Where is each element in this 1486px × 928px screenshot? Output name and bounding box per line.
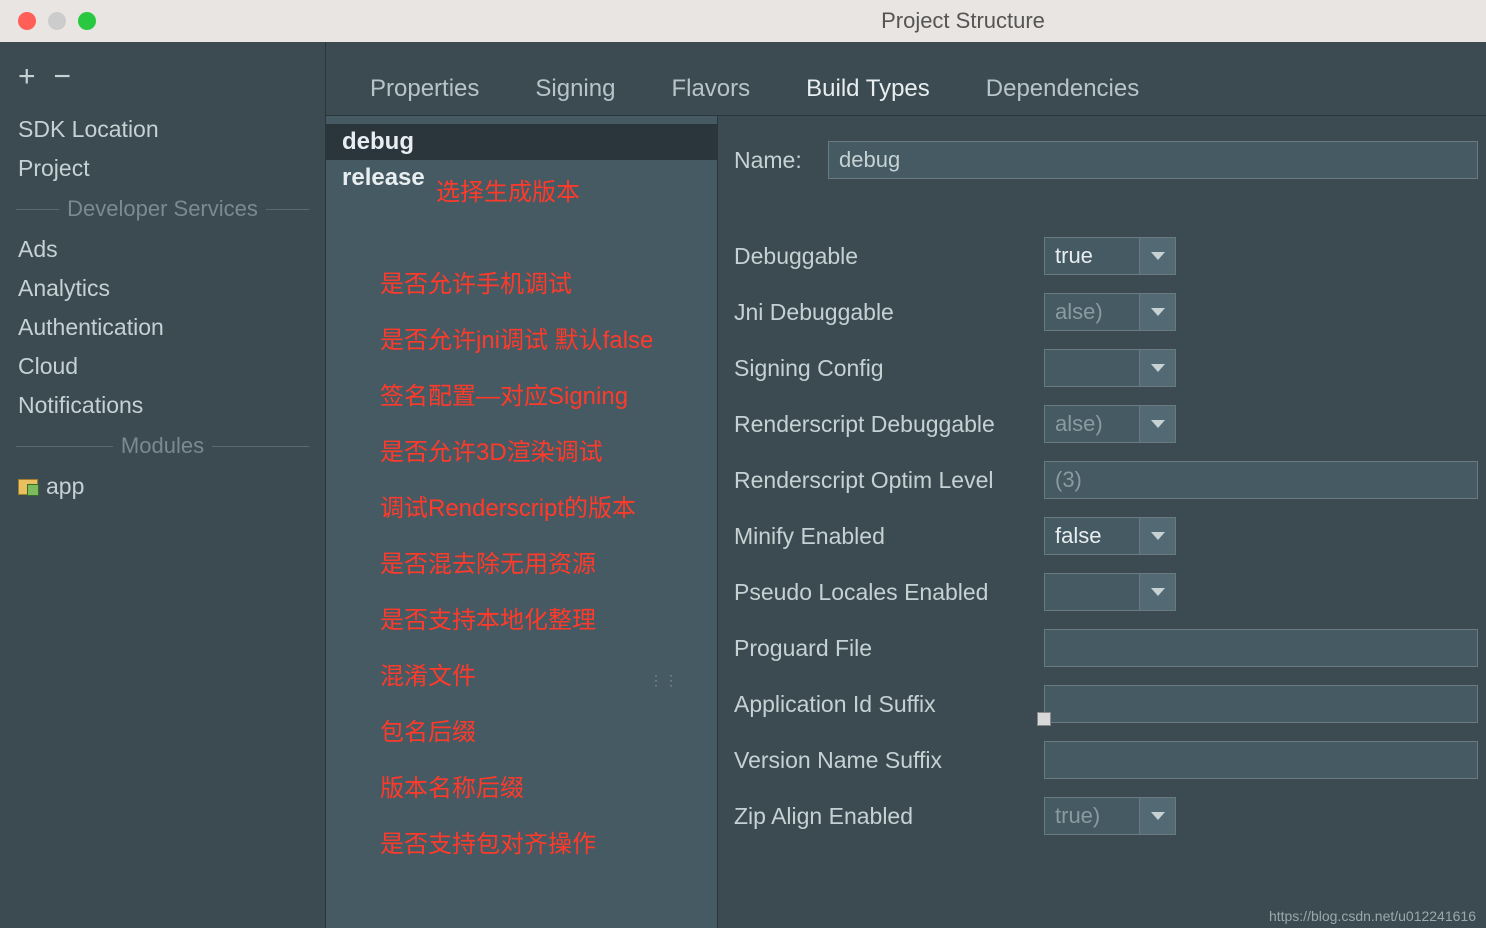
combo-value [1045,350,1139,386]
combo-value: alse) [1045,406,1139,442]
chevron-down-icon[interactable] [1139,798,1175,834]
chevron-down-icon[interactable] [1139,294,1175,330]
row-name: Name: [734,132,1478,188]
sidebar-item-project[interactable]: Project [0,149,325,188]
text-input[interactable] [1044,741,1478,779]
form-label: Zip Align Enabled [734,803,1032,830]
resize-handle-icon[interactable] [1037,712,1051,726]
combo-value: alse) [1045,294,1139,330]
content-body: debug release Name: Debuggable true Jni De… [326,116,1486,928]
input-name[interactable] [828,141,1478,179]
form-row: Zip Align Enabled true) [734,788,1478,844]
form-row: Version Name Suffix [734,732,1478,788]
tab-dependencies[interactable]: Dependencies [978,63,1147,115]
form-label: Minify Enabled [734,523,1032,550]
content: Properties Signing Flavors Build Types D… [326,42,1486,928]
variant-release[interactable]: release [326,160,717,196]
form-label: Pseudo Locales Enabled [734,579,1032,606]
minimize-icon[interactable] [48,12,66,30]
tab-signing[interactable]: Signing [527,63,623,115]
module-label: app [46,473,84,500]
combo[interactable] [1044,573,1176,611]
sidebar-item-ads[interactable]: Ads [0,230,325,269]
form: Name: Debuggable true Jni Debuggable alse) S… [718,116,1486,928]
sidebar-toolbar: + − [0,50,325,110]
module-icon [18,479,38,495]
titlebar: Project Structure [0,0,1486,42]
chevron-down-icon[interactable] [1139,574,1175,610]
variant-debug[interactable]: debug [326,124,717,160]
sidebar-item-authentication[interactable]: Authentication [0,308,325,347]
sidebar-item-analytics[interactable]: Analytics [0,269,325,308]
chevron-down-icon[interactable] [1139,238,1175,274]
combo[interactable]: false [1044,517,1176,555]
combo[interactable] [1044,349,1176,387]
sidebar-item-cloud[interactable]: Cloud [0,347,325,386]
add-icon[interactable]: + [18,60,36,94]
label-name: Name: [734,147,816,174]
main: + − SDK Location Project Developer Servi… [0,42,1486,928]
window-controls [0,12,96,30]
form-row: Proguard File [734,620,1478,676]
form-label: Proguard File [734,635,1032,662]
form-row: Signing Config [734,340,1478,396]
combo-value [1045,574,1139,610]
form-row: Renderscript Debuggable alse) [734,396,1478,452]
form-row: Jni Debuggable alse) [734,284,1478,340]
combo[interactable]: true [1044,237,1176,275]
drag-handle-icon[interactable]: ⋮⋮ [649,672,679,689]
form-row: Renderscript Optim Level [734,452,1478,508]
combo-value: true [1045,238,1139,274]
sidebar-section-dev-services: Developer Services [0,188,325,230]
text-input[interactable] [1044,461,1478,499]
tabs: Properties Signing Flavors Build Types D… [326,42,1486,116]
tab-properties[interactable]: Properties [362,63,487,115]
form-row: Application Id Suffix [734,676,1478,732]
maximize-icon[interactable] [78,12,96,30]
combo-value: false [1045,518,1139,554]
variant-list: debug release [326,116,718,928]
close-icon[interactable] [18,12,36,30]
sidebar-item-app[interactable]: app [0,467,325,506]
form-label: Debuggable [734,243,1032,270]
combo[interactable]: alse) [1044,293,1176,331]
sidebar-item-notifications[interactable]: Notifications [0,386,325,425]
sidebar-section-modules: Modules [0,425,325,467]
form-row: Pseudo Locales Enabled [734,564,1478,620]
sidebar-item-sdk-location[interactable]: SDK Location [0,110,325,149]
window-title: Project Structure [881,8,1045,34]
chevron-down-icon[interactable] [1139,350,1175,386]
text-input[interactable] [1044,685,1478,723]
form-label: Signing Config [734,355,1032,382]
text-input[interactable] [1044,629,1478,667]
remove-icon[interactable]: − [54,60,72,94]
combo[interactable]: alse) [1044,405,1176,443]
form-label: Application Id Suffix [734,691,1032,718]
chevron-down-icon[interactable] [1139,406,1175,442]
form-label: Jni Debuggable [734,299,1032,326]
form-row: Debuggable true [734,228,1478,284]
chevron-down-icon[interactable] [1139,518,1175,554]
form-row: Minify Enabled false [734,508,1478,564]
tab-flavors[interactable]: Flavors [663,63,758,115]
tab-build-types[interactable]: Build Types [798,63,938,115]
form-label: Renderscript Optim Level [734,467,1032,494]
form-label: Renderscript Debuggable [734,411,1032,438]
combo-value: true) [1045,798,1139,834]
combo[interactable]: true) [1044,797,1176,835]
watermark: https://blog.csdn.net/u012241616 [1269,908,1476,924]
sidebar: + − SDK Location Project Developer Servi… [0,42,326,928]
form-label: Version Name Suffix [734,747,1032,774]
